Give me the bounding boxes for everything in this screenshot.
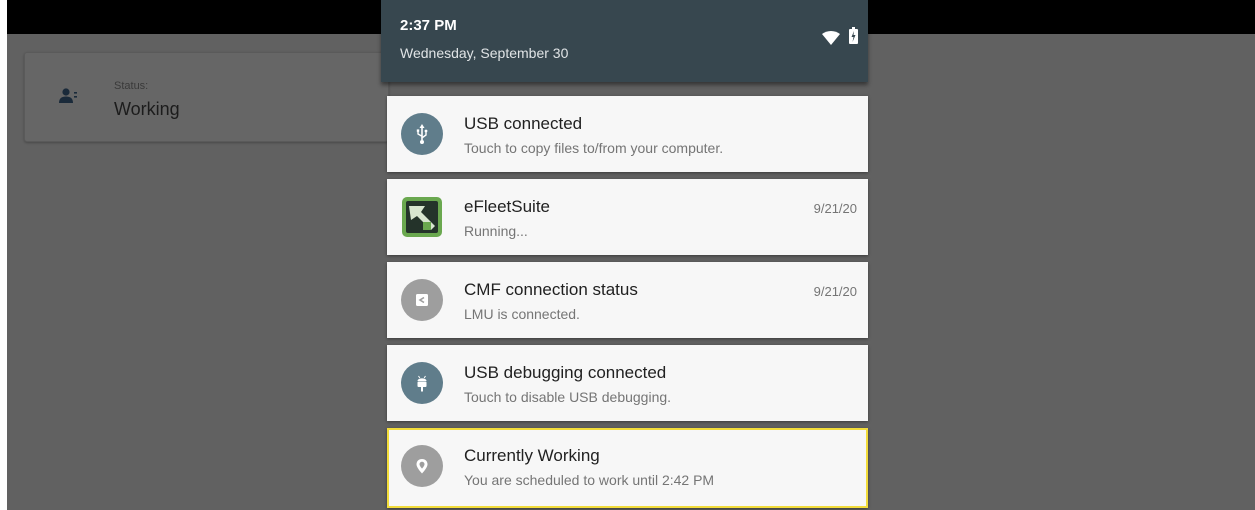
clock-time: 2:37 PM [400,17,457,34]
shade-header: 2:37 PM Wednesday, September 30 [381,0,868,82]
notification-title: Currently Working [464,446,600,465]
cmf-icon [401,279,443,321]
notification-title: eFleetSuite [464,197,550,216]
wifi-icon [822,31,840,45]
clock-date: Wednesday, September 30 [400,45,569,61]
person-icon [59,88,77,103]
android-debug-icon [401,362,443,404]
status-card[interactable]: Status: Working [24,52,389,142]
notification-time: 9/21/20 [813,284,857,299]
battery-icon [849,27,858,44]
notification-usb-connected[interactable]: USB connected Touch to copy files to/fro… [387,96,868,172]
notification-shade[interactable]: 2:37 PM Wednesday, September 30 USB conn… [381,0,868,510]
notification-cmf-connection-status[interactable]: CMF connection status LMU is connected. … [387,262,868,338]
efleetsuite-app-icon [401,196,443,238]
notification-title: USB connected [464,114,583,133]
notification-text: Touch to copy files to/from your compute… [464,140,724,156]
notification-currently-working[interactable]: Currently Working You are scheduled to w… [387,428,868,508]
usb-icon [401,113,443,155]
notification-title: CMF connection status [464,280,638,299]
location-icon [401,445,443,487]
notification-time: 9/21/20 [813,201,857,216]
notification-text: Running... [464,223,528,239]
notification-text: You are scheduled to work until 2:42 PM [464,472,715,488]
notification-text: Touch to disable USB debugging. [464,389,672,405]
status-value: Working [114,99,180,119]
notification-text: LMU is connected. [464,306,580,322]
notification-title: USB debugging connected [464,363,667,382]
status-label: Status: [114,80,149,92]
notification-efleetsuite[interactable]: eFleetSuite Running... 9/21/20 [387,179,868,255]
notification-usb-debugging[interactable]: USB debugging connected Touch to disable… [387,345,868,421]
